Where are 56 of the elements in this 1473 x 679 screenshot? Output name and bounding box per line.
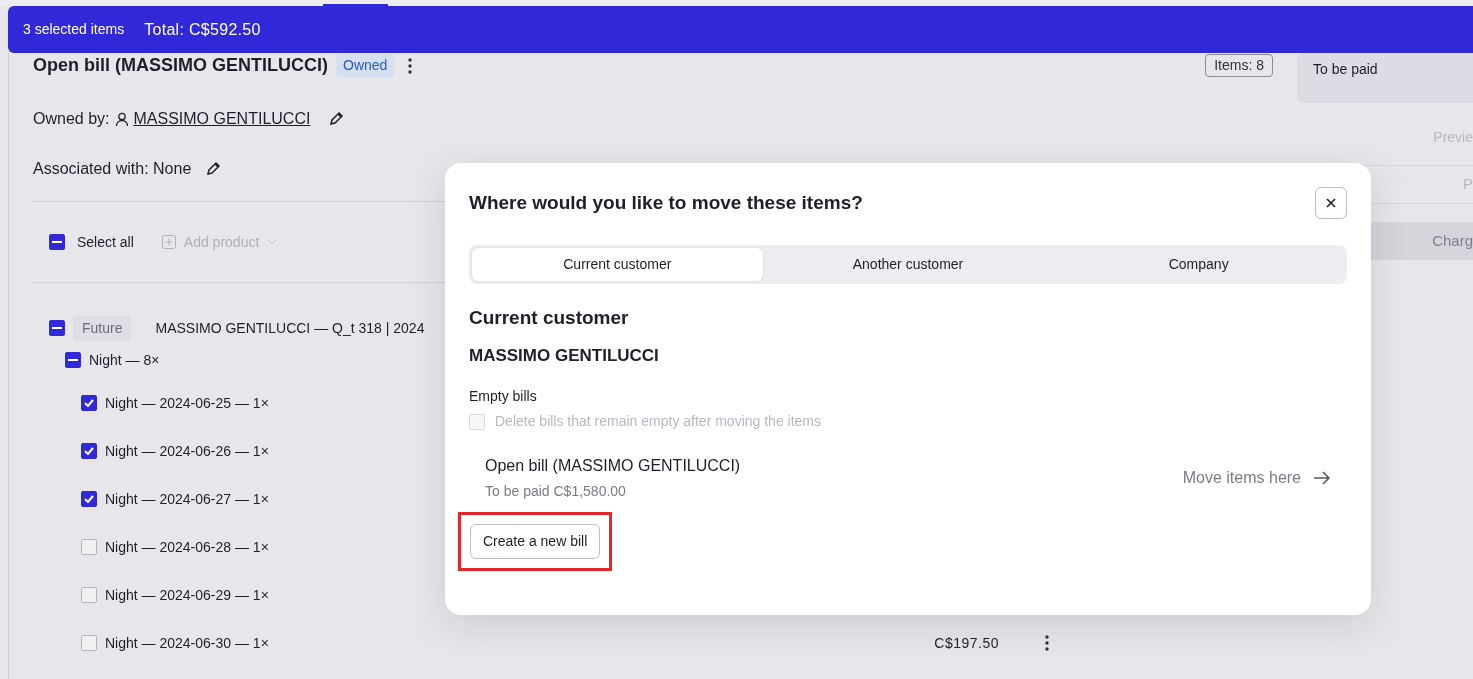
section-heading: Current customer xyxy=(469,306,630,330)
group-tag: Future xyxy=(73,315,132,341)
tab[interactable]: Current customer xyxy=(472,248,763,281)
edit-icon[interactable] xyxy=(205,161,222,177)
create-bill-button[interactable]: Create a new bill xyxy=(470,524,601,559)
subgroup-label: Night — 8× xyxy=(89,350,160,370)
status-panel: To be paid xyxy=(1297,53,1473,103)
selected-count: 3 selected items xyxy=(23,20,125,39)
close-icon xyxy=(1326,198,1336,208)
checkbox[interactable] xyxy=(49,234,65,250)
item-label: Night — 2024-06-29 — 1× xyxy=(105,585,269,605)
empty-bills-label: Empty bills xyxy=(469,387,538,406)
checkbox[interactable] xyxy=(81,443,97,459)
check-icon xyxy=(84,495,94,503)
item-label: Night — 2024-06-27 — 1× xyxy=(105,489,269,509)
more-icon[interactable] xyxy=(408,57,413,74)
owned-by-label: Owned by: xyxy=(33,109,110,129)
item-label: Night — 2024-06-25 — 1× xyxy=(105,393,269,413)
bill-balance: To be paid C$1,580.00 xyxy=(485,482,627,501)
minus-icon xyxy=(52,241,62,243)
close-button[interactable] xyxy=(1315,187,1347,219)
more-icon[interactable] xyxy=(1045,635,1049,651)
checkbox[interactable] xyxy=(65,352,81,368)
move-items-link[interactable]: Move items here xyxy=(1182,466,1331,490)
selection-total: Total: C$592.50 xyxy=(144,19,261,40)
checkbox[interactable] xyxy=(81,491,97,507)
dialog-title: Where would you like to move these items? xyxy=(469,191,863,215)
customer-name: MASSIMO GENTILUCCI xyxy=(469,344,660,367)
items-count: Items: 8 xyxy=(1205,54,1273,77)
checkbox[interactable] xyxy=(49,320,65,336)
status-tag: Owned xyxy=(336,54,395,77)
checkbox[interactable] xyxy=(81,587,97,603)
person-icon xyxy=(115,112,130,126)
select-all-label: Select all xyxy=(77,232,134,252)
associated-with-text: Associated with: None xyxy=(33,159,192,179)
minus-icon xyxy=(52,327,62,329)
plus-icon xyxy=(161,235,176,249)
arrow-icon xyxy=(1313,471,1331,485)
group-title: MASSIMO GENTILUCCI — Q_t 318 | 2024 xyxy=(155,318,425,338)
check-icon xyxy=(84,447,94,455)
item-price: C$197.50 xyxy=(934,633,999,653)
minus-icon xyxy=(68,359,78,361)
item-label: Night — 2024-06-30 — 1× xyxy=(105,633,269,653)
tab[interactable]: Another customer xyxy=(762,248,1054,281)
item-label: Night — 2024-06-28 — 1× xyxy=(105,537,269,557)
check-icon xyxy=(84,399,94,407)
checkbox[interactable] xyxy=(81,395,97,411)
bill-title: Open bill (MASSIMO GENTILUCCI) xyxy=(33,54,328,77)
bill-name: Open bill (MASSIMO GENTILUCCI) xyxy=(485,456,741,476)
delete-empty-bills-label: Delete bills that remain empty after moving the items xyxy=(495,412,822,431)
checkbox[interactable] xyxy=(81,635,97,651)
item-label: Night — 2024-06-26 — 1× xyxy=(105,441,269,461)
caret-icon xyxy=(267,239,278,245)
edit-icon[interactable] xyxy=(328,111,345,127)
owner-link[interactable]: MASSIMO GENTILUCCI xyxy=(133,107,311,131)
checkbox[interactable] xyxy=(81,539,97,555)
